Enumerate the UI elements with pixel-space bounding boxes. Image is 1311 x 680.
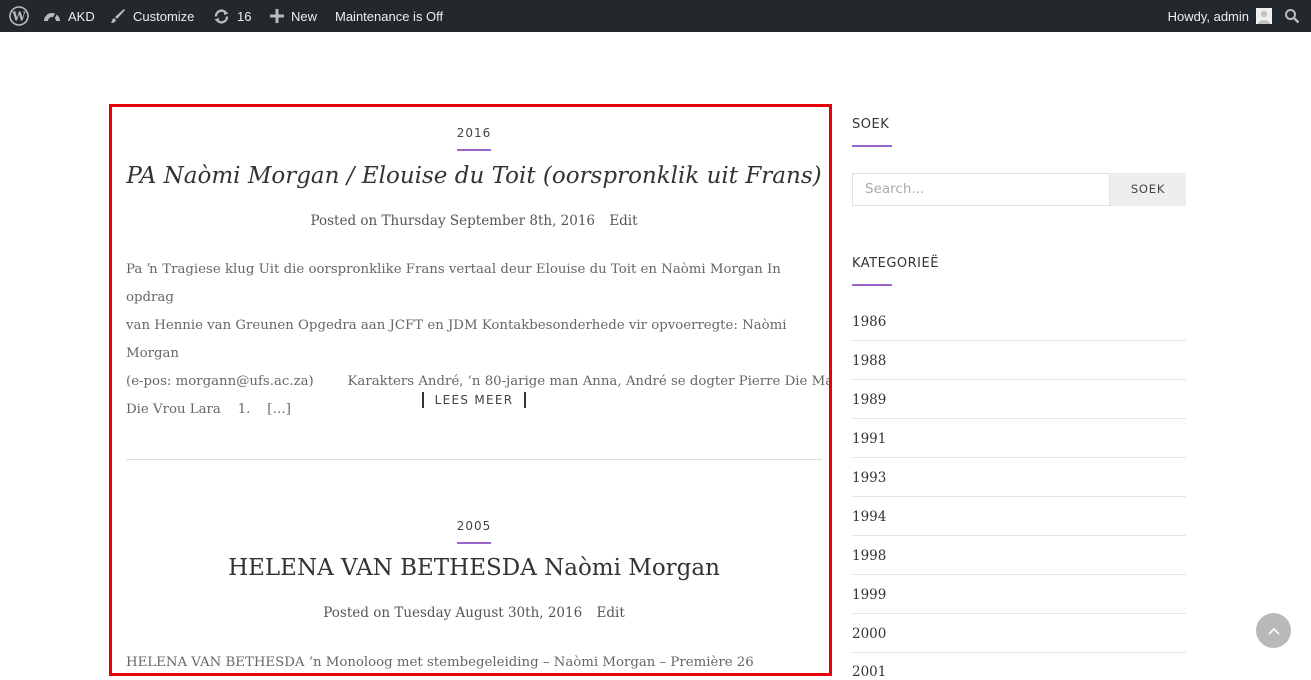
- excerpt-line: HELENA VAN BETHESDA ‘n Monoloog met stem…: [126, 655, 754, 670]
- category-link[interactable]: 1989: [852, 380, 1186, 419]
- scroll-to-top-button[interactable]: [1256, 613, 1291, 648]
- updates-link[interactable]: 16: [213, 0, 251, 32]
- new-content-link[interactable]: New: [270, 0, 317, 32]
- post-divider: [126, 459, 822, 460]
- category-link[interactable]: 1988: [852, 341, 1186, 380]
- post-article: 2005: [126, 515, 822, 544]
- post-edit-link[interactable]: Edit: [609, 213, 637, 229]
- posted-on-label: Posted on: [310, 213, 378, 229]
- wordpress-logo-button[interactable]: W: [9, 0, 29, 32]
- new-label: New: [291, 8, 318, 24]
- updates-count: 16: [237, 8, 252, 24]
- updates-icon: [214, 8, 229, 24]
- category-label: 1998: [852, 548, 887, 564]
- category-label: 1999: [852, 587, 887, 603]
- category-label: 2000: [852, 626, 887, 642]
- customize-label: Customize: [133, 8, 195, 24]
- customize-link[interactable]: Customize: [110, 0, 194, 32]
- category-link[interactable]: 1998: [852, 536, 1186, 575]
- category-link[interactable]: 2000: [852, 614, 1186, 653]
- search-widget-title: SOEK: [852, 117, 890, 132]
- excerpt-line: van Hennie van Greunen Opgedra aan JCFT …: [126, 318, 787, 361]
- maintenance-status-link[interactable]: Maintenance is Off: [335, 0, 443, 32]
- post-article: 2016: [126, 122, 822, 151]
- site-name-label: AKD: [68, 8, 95, 24]
- post-excerpt: HELENA VAN BETHESDA ‘n Monoloog met stem…: [126, 649, 822, 673]
- my-account-link[interactable]: Howdy, admin: [1168, 0, 1272, 32]
- category-link[interactable]: 2001: [852, 652, 1186, 680]
- categories-widget-title: KATEGORIEË: [852, 256, 939, 271]
- category-label: 1991: [852, 431, 887, 447]
- brush-icon: [111, 9, 125, 23]
- excerpt-line: Pa ŉ Tragiese klug Uit die oorspronklike…: [126, 262, 781, 305]
- widget-title-underline: [852, 145, 892, 147]
- category-label: 1993: [852, 470, 887, 486]
- category-link[interactable]: 1986: [852, 302, 1186, 341]
- read-more-wrap: LEES MEER: [126, 389, 822, 408]
- admin-bar: W AKD Customize 16 New Maintenance is Of…: [0, 0, 1311, 32]
- plus-icon: [270, 9, 284, 23]
- category-label: 1986: [852, 314, 887, 330]
- category-label: 1988: [852, 353, 887, 369]
- admin-search-button[interactable]: [1284, 0, 1300, 32]
- post-meta: Posted on Tuesday August 30th, 2016 Edit: [126, 605, 822, 621]
- posted-on-label: Posted on: [323, 605, 391, 621]
- category-link[interactable]: 1999: [852, 575, 1186, 614]
- post-meta: Posted on Thursday September 8th, 2016 E…: [126, 213, 822, 229]
- post-title-wrap: PA Naòmi Morgan / Elouise du Toit (oorsp…: [126, 163, 822, 189]
- posts-container: 2016 PA Naòmi Morgan / Elouise du Toit (…: [109, 104, 832, 676]
- search-input[interactable]: Search...: [852, 173, 1110, 206]
- category-label: 2001: [852, 664, 887, 680]
- svg-text:W: W: [11, 10, 26, 24]
- maintenance-label: Maintenance is Off: [335, 8, 444, 24]
- avatar-icon: [1256, 8, 1272, 24]
- post-title-link[interactable]: PA Naòmi Morgan / Elouise du Toit (oorsp…: [126, 163, 822, 189]
- post-title-text: HELENA VAN BETHESDA Naòmi Morgan: [228, 555, 720, 581]
- wordpress-icon: W: [9, 6, 29, 26]
- search-icon: [1285, 9, 1300, 24]
- post-edit-link[interactable]: Edit: [597, 605, 625, 621]
- post-date-link[interactable]: Thursday September 8th, 2016: [382, 213, 596, 229]
- category-link[interactable]: 1991: [852, 419, 1186, 458]
- category-label: 1994: [852, 509, 887, 525]
- search-submit-button[interactable]: SOEK: [1110, 173, 1186, 206]
- widget-title-underline: [852, 284, 892, 286]
- category-label: 1989: [852, 392, 887, 408]
- category-link[interactable]: 1993: [852, 458, 1186, 497]
- category-link[interactable]: 1994: [852, 497, 1186, 536]
- dashboard-icon: [44, 13, 60, 22]
- post-category-link[interactable]: 2005: [456, 519, 492, 544]
- post-date-link[interactable]: Tuesday August 30th, 2016: [394, 605, 582, 621]
- post-category-link[interactable]: 2016: [456, 126, 492, 151]
- post-title-link[interactable]: HELENA VAN BETHESDA Naòmi Morgan: [126, 555, 822, 581]
- read-more-link[interactable]: LEES MEER: [421, 392, 527, 408]
- site-name-link[interactable]: AKD: [43, 0, 95, 32]
- post-title-wrap: HELENA VAN BETHESDA Naòmi Morgan: [126, 555, 822, 581]
- arrow-up-icon: [1267, 627, 1280, 635]
- howdy-label: Howdy, admin: [1167, 8, 1249, 24]
